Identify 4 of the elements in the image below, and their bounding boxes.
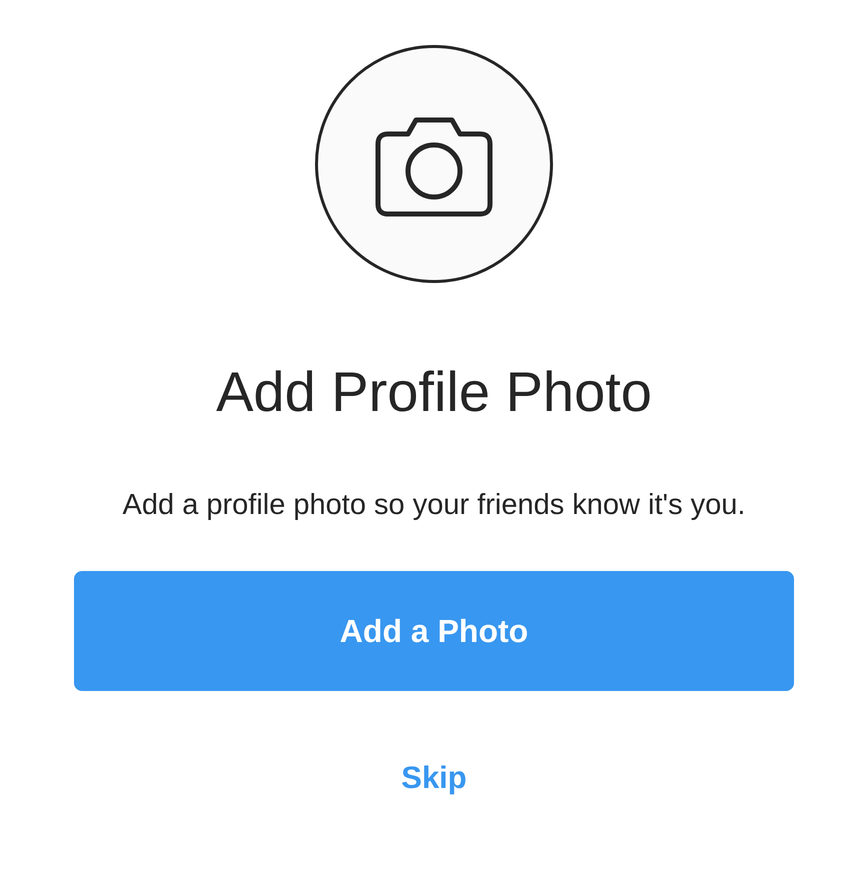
- add-photo-button[interactable]: Add a Photo: [74, 571, 794, 691]
- page-title: Add Profile Photo: [216, 359, 652, 425]
- skip-link[interactable]: Skip: [401, 755, 467, 802]
- description-text: Add a profile photo so your friends know it's you.: [122, 488, 746, 523]
